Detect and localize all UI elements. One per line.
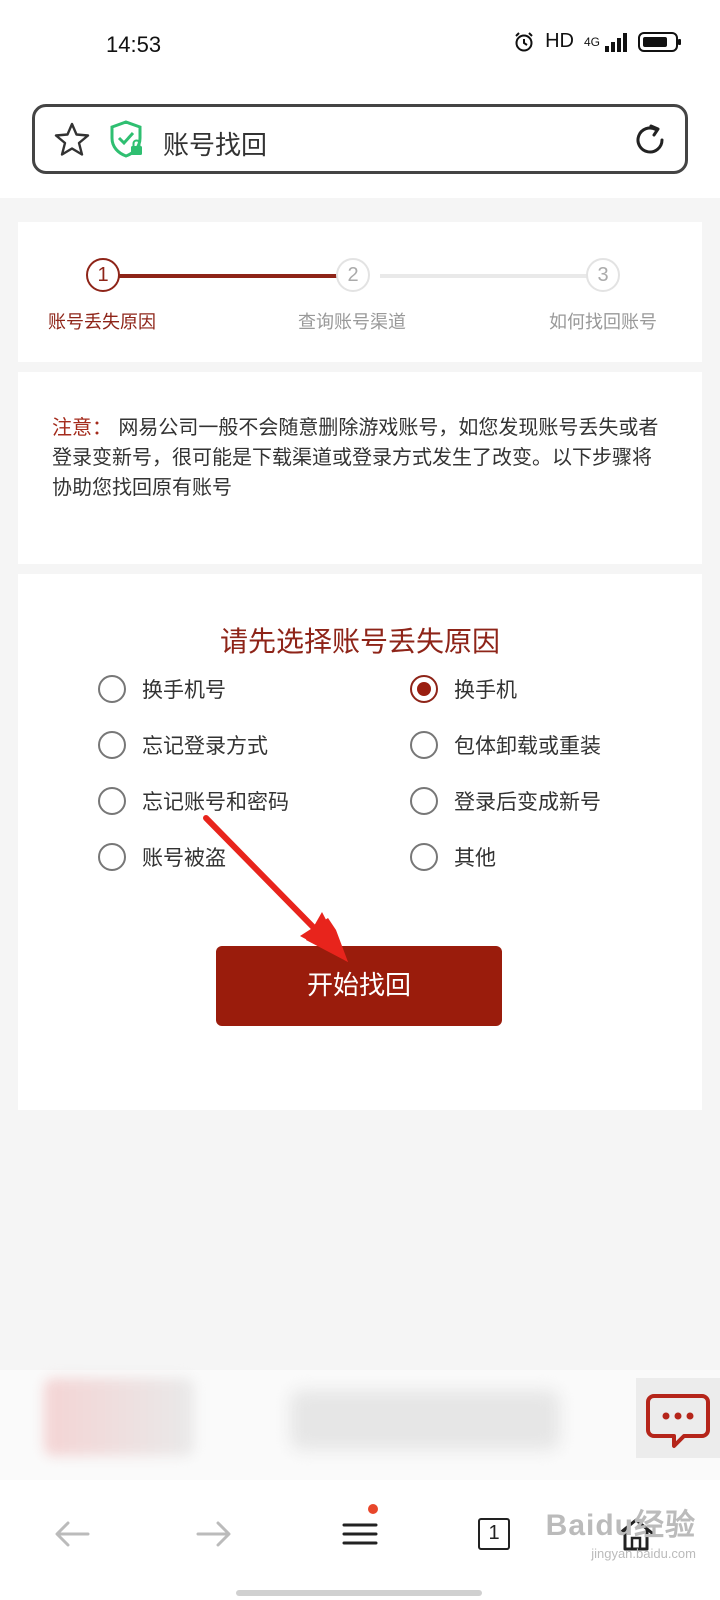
radio-button[interactable] [410,787,438,815]
option-phone-number-change[interactable]: 换手机号 [98,674,226,704]
step-1-marker: 1 [86,258,120,292]
radio-button[interactable] [410,731,438,759]
step-progress: 1 2 3 账号丢失原因 查询账号渠道 如何找回账号 [18,222,702,362]
signal-icon [605,32,627,52]
gesture-handle[interactable] [236,1590,482,1596]
option-label: 换手机 [454,678,517,702]
ad-text-blurred [290,1390,560,1450]
reason-form: 请先选择账号丢失原因 换手机号 换手机 忘记登录方式 包体卸载或重装 忘记账号和… [18,574,702,1110]
alarm-icon [515,31,533,51]
tab-count[interactable]: 1 [478,1518,510,1550]
start-recovery-button[interactable]: 开始找回 [216,946,502,1026]
hd-indicator: HD [545,30,574,52]
option-label: 登录后变成新号 [454,790,601,814]
option-label: 包体卸载或重装 [454,734,601,758]
option-app-reinstalled[interactable]: 包体卸载或重装 [410,730,601,760]
step-connector-pending [380,274,616,278]
step-connector-complete [118,274,358,278]
option-label: 账号被盗 [142,846,226,870]
ad-image-blurred [44,1378,194,1456]
ad-banner[interactable] [0,1370,720,1480]
radio-button[interactable] [410,843,438,871]
watermark: Baidu经验 jingyan.baidu.com [546,1500,696,1561]
back-button[interactable] [40,1504,104,1564]
notice-card: 注意： 网易公司一般不会随意删除游戏账号，如您发现账号丢失或者登录变新号，很可能… [18,372,702,564]
option-other[interactable]: 其他 [410,842,496,872]
watermark-logo: Baidu经验 [545,1509,696,1542]
step-1-label: 账号丢失原因 [48,312,156,333]
menu-icon[interactable] [340,1519,380,1549]
step-2-label: 查询账号渠道 [298,312,406,333]
chat-icon[interactable] [636,1378,720,1458]
step-3-marker: 3 [586,258,620,292]
option-label: 换手机号 [142,678,226,702]
address-bar[interactable]: 账号找回 [32,104,688,174]
page-title: 账号找回 [163,131,268,161]
status-icons: HD 4G [513,30,681,53]
radio-button[interactable] [98,843,126,871]
form-title: 请先选择账号丢失原因 [219,625,500,658]
forward-button[interactable] [182,1504,246,1564]
back-arrow-icon[interactable] [52,1519,92,1549]
reload-icon[interactable] [631,121,669,159]
option-label: 忘记账号和密码 [142,790,289,814]
network-type: 4G [583,34,600,49]
notice-body: 网易公司一般不会随意删除游戏账号，如您发现账号丢失或者登录变新号，很可能是下载渠… [52,415,659,499]
browser-toolbar: 账号找回 [0,90,720,198]
option-label: 忘记登录方式 [142,734,268,758]
option-forgot-account-password[interactable]: 忘记账号和密码 [98,786,289,816]
option-label: 其他 [454,846,496,870]
security-shield-icon [110,120,142,158]
tabs-button[interactable]: 1 [462,1504,526,1564]
radio-button[interactable] [98,731,126,759]
notification-dot [368,1504,378,1514]
step-3-label: 如何找回账号 [549,312,657,333]
status-bar: 14:53 HD 4G [0,0,720,90]
option-forgot-login-method[interactable]: 忘记登录方式 [98,730,268,760]
radio-button-selected[interactable] [410,675,438,703]
option-phone-change[interactable]: 换手机 [410,674,517,704]
watermark-url: jingyan.baidu.com [591,1546,696,1561]
notice-lead: 注意： [52,415,112,439]
forward-arrow-icon[interactable] [194,1519,234,1549]
step-2-marker: 2 [336,258,370,292]
star-icon[interactable] [53,121,91,159]
status-time: 14:53 [106,32,162,57]
option-account-stolen[interactable]: 账号被盗 [98,842,226,872]
notice-text: 注意： 网易公司一般不会随意删除游戏账号，如您发现账号丢失或者登录变新号，很可能… [52,412,662,502]
radio-button[interactable] [98,787,126,815]
radio-button[interactable] [98,675,126,703]
option-new-account-after-login[interactable]: 登录后变成新号 [410,786,601,816]
menu-button[interactable] [328,1504,392,1564]
battery-icon [638,31,681,52]
chat-button[interactable] [636,1378,720,1458]
